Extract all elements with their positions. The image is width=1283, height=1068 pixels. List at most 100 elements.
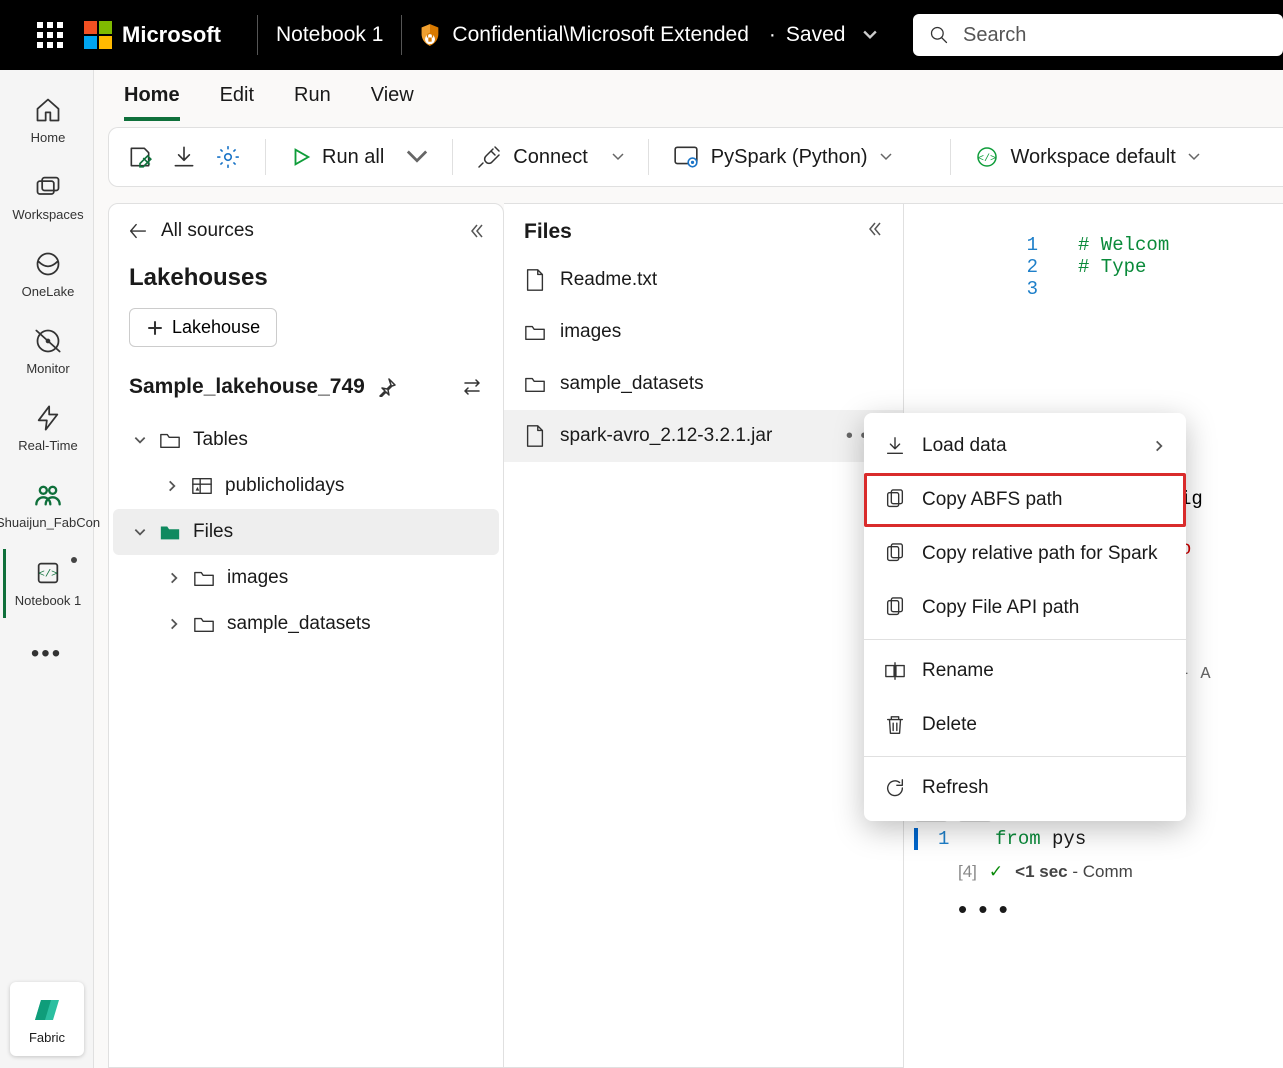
plus-icon bbox=[146, 319, 164, 337]
file-name: sample_datasets bbox=[560, 373, 704, 395]
rail-item-realtime[interactable]: Real-Time bbox=[3, 394, 91, 463]
label: publicholidays bbox=[225, 475, 344, 497]
file-row-readme[interactable]: Readme.txt bbox=[504, 254, 903, 306]
sensitivity-label[interactable]: Confidential\Microsoft Extended bbox=[452, 23, 749, 47]
file-name: Readme.txt bbox=[560, 269, 657, 291]
chevron-down-icon bbox=[406, 146, 428, 168]
ctx-rename[interactable]: Rename bbox=[864, 644, 1186, 698]
label: images bbox=[227, 567, 288, 589]
status-suffix: - Comm bbox=[1068, 862, 1133, 881]
chevron-right-icon bbox=[167, 617, 181, 631]
tab-edit[interactable]: Edit bbox=[220, 84, 254, 121]
file-row-sparkavro[interactable]: spark-avro_2.12-3.2.1.jar • • • bbox=[504, 410, 903, 462]
bolt-icon bbox=[34, 404, 62, 432]
collapse-left-icon[interactable] bbox=[865, 220, 883, 238]
folder-icon bbox=[159, 521, 181, 543]
download-icon[interactable] bbox=[171, 144, 197, 170]
file-row-images[interactable]: images bbox=[504, 306, 903, 358]
tree-folder-sampledatasets[interactable]: sample_datasets bbox=[113, 601, 499, 647]
divider bbox=[257, 15, 258, 55]
brand: Microsoft bbox=[84, 21, 221, 49]
lakehouse-tree: Tables publicholidays Files bbox=[109, 407, 503, 657]
rail-item-onelake[interactable]: OneLake bbox=[3, 240, 91, 309]
folder-icon bbox=[524, 372, 546, 396]
notebook-icon: </> bbox=[34, 559, 62, 587]
copy-icon bbox=[884, 489, 906, 511]
rail-item-workspaces[interactable]: Workspaces bbox=[3, 163, 91, 232]
tree-folder-images[interactable]: images bbox=[113, 555, 499, 601]
search-placeholder: Search bbox=[963, 24, 1026, 47]
folder-icon bbox=[193, 613, 215, 635]
save-edit-icon[interactable] bbox=[127, 144, 153, 170]
line-number: 1 bbox=[1014, 234, 1038, 256]
label: Refresh bbox=[922, 777, 989, 799]
label: Files bbox=[193, 521, 233, 543]
notebook-title[interactable]: Notebook 1 bbox=[276, 23, 383, 47]
connect-dropdown[interactable]: Connect bbox=[477, 145, 624, 169]
left-nav-rail: Home Workspaces OneLake Monitor Real-Tim… bbox=[0, 70, 94, 1068]
sources-panel: All sources Lakehouses Lakehouse Sample_… bbox=[108, 203, 504, 1068]
download-icon bbox=[884, 435, 906, 457]
rail-item-workspace-user[interactable]: Shuaijun_FabCon bbox=[3, 471, 91, 541]
search-icon bbox=[929, 25, 949, 45]
copy-icon bbox=[884, 543, 906, 565]
svg-text:</>: </> bbox=[39, 568, 58, 580]
ctx-refresh[interactable]: Refresh bbox=[864, 761, 1186, 815]
rail-more-button[interactable]: ••• bbox=[31, 626, 62, 682]
ctx-copy-abfs[interactable]: Copy ABFS path bbox=[864, 473, 1186, 527]
app-launcher-icon[interactable] bbox=[30, 15, 70, 55]
cell-more-icon[interactable]: • • • bbox=[914, 882, 1283, 925]
dot: · bbox=[769, 23, 776, 47]
label: Monitor bbox=[26, 361, 69, 376]
language-dropdown[interactable]: PySpark (Python) bbox=[673, 144, 892, 170]
back-label[interactable]: All sources bbox=[161, 220, 254, 242]
code-cell-1[interactable]: 1# Welcom 2# Type 3 bbox=[1014, 234, 1283, 300]
run-all-button[interactable]: Run all bbox=[290, 146, 428, 169]
file-row-sampledatasets[interactable]: sample_datasets bbox=[504, 358, 903, 410]
tree-table-publicholidays[interactable]: publicholidays bbox=[113, 463, 499, 509]
settings-icon[interactable] bbox=[215, 144, 241, 170]
tab-home[interactable]: Home bbox=[124, 84, 180, 121]
toolbar: Run all Connect PySpark (Python) </> Wor… bbox=[108, 127, 1283, 187]
divider bbox=[950, 139, 951, 175]
search-box[interactable]: Search bbox=[913, 14, 1283, 56]
rail-item-home[interactable]: Home bbox=[3, 86, 91, 155]
label: PySpark (Python) bbox=[711, 146, 868, 169]
ctx-copy-relative[interactable]: Copy relative path for Spark bbox=[864, 527, 1186, 581]
divider bbox=[648, 139, 649, 175]
lakehouse-name-row[interactable]: Sample_lakehouse_749 bbox=[109, 357, 503, 407]
label: Workspace default bbox=[1011, 146, 1176, 169]
ctx-load-data[interactable]: Load data bbox=[864, 419, 1186, 473]
rename-icon bbox=[884, 660, 906, 682]
line-number: 3 bbox=[1014, 278, 1038, 300]
folder-icon bbox=[524, 320, 546, 344]
pin-icon[interactable] bbox=[377, 377, 397, 397]
lakehouses-title: Lakehouses bbox=[109, 250, 503, 298]
fabric-icon bbox=[29, 994, 65, 1026]
divider bbox=[265, 139, 266, 175]
label: Workspaces bbox=[12, 207, 83, 222]
keyword-from: from bbox=[995, 828, 1041, 850]
tab-run[interactable]: Run bbox=[294, 84, 331, 121]
swap-icon[interactable] bbox=[461, 376, 483, 398]
ctx-delete[interactable]: Delete bbox=[864, 698, 1186, 752]
ctx-copy-fileapi[interactable]: Copy File API path bbox=[864, 581, 1186, 635]
rail-item-monitor[interactable]: Monitor bbox=[3, 317, 91, 386]
tab-view[interactable]: View bbox=[371, 84, 414, 121]
tree-files[interactable]: Files bbox=[113, 509, 499, 555]
add-lakehouse-button[interactable]: Lakehouse bbox=[129, 308, 277, 347]
fabric-switcher[interactable]: Fabric bbox=[10, 982, 84, 1056]
rail-item-notebook[interactable]: </> Notebook 1 bbox=[3, 549, 91, 618]
environment-dropdown[interactable]: </> Workspace default bbox=[975, 145, 1200, 169]
file-icon bbox=[524, 268, 546, 292]
refresh-icon bbox=[884, 777, 906, 799]
delta-table-icon bbox=[191, 475, 213, 497]
label: OneLake bbox=[22, 284, 75, 299]
chevron-right-icon bbox=[167, 571, 181, 585]
collapse-left-icon[interactable] bbox=[467, 222, 485, 240]
tree-tables[interactable]: Tables bbox=[113, 417, 499, 463]
back-arrow-icon[interactable] bbox=[127, 220, 149, 242]
save-status[interactable]: · Saved bbox=[769, 23, 878, 47]
label: Connect bbox=[513, 146, 588, 169]
line-number: 1 bbox=[938, 828, 949, 850]
